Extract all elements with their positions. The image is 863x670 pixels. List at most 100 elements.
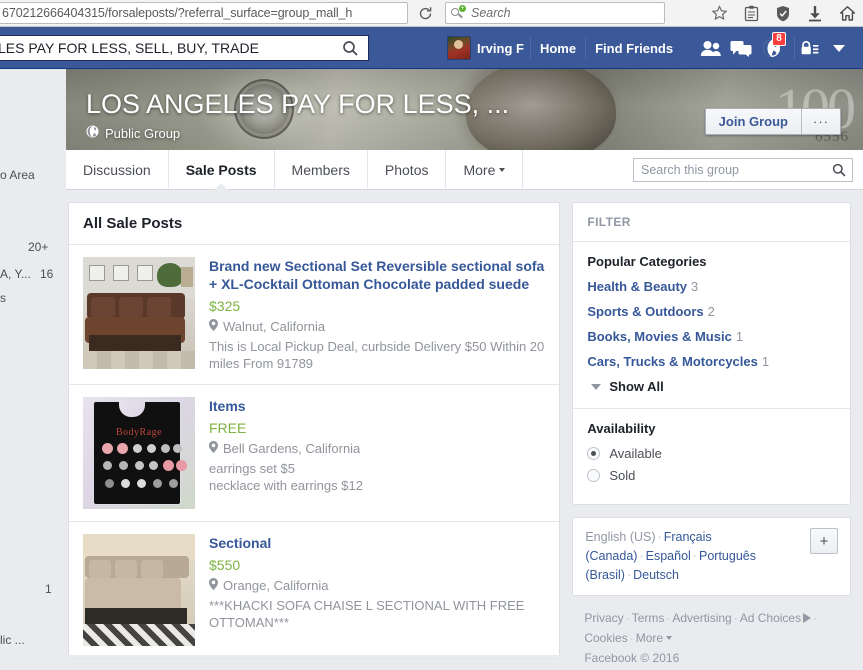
privacy-lock-icon[interactable] bbox=[795, 34, 825, 62]
language-list: English (US) · Français (Canada) · Español · P… bbox=[585, 528, 802, 585]
category-label[interactable]: Sports & Outdoors bbox=[587, 304, 703, 319]
footer-links: Privacy · Terms · Advertising · Ad Choices · Co… bbox=[572, 606, 851, 670]
left-sidebar-fragment[interactable]: o Area bbox=[0, 168, 35, 182]
language-option-espanol[interactable]: Español bbox=[646, 549, 691, 563]
filter-category-health-beauty[interactable]: Health & Beauty 3 bbox=[587, 279, 836, 294]
separator-dot: · bbox=[626, 568, 632, 582]
add-language-button[interactable]: + bbox=[810, 528, 838, 554]
separator-dot: · bbox=[625, 611, 630, 625]
url-bar[interactable]: 670212666404315/forsaleposts/?referral_s… bbox=[0, 2, 408, 24]
home-icon[interactable] bbox=[831, 1, 863, 25]
show-all-categories-button[interactable]: Show All bbox=[587, 379, 836, 394]
group-more-options-button[interactable]: ··· bbox=[802, 109, 840, 134]
reload-icon[interactable] bbox=[411, 1, 439, 25]
left-sidebar-fragment[interactable]: s bbox=[0, 291, 6, 305]
navbar-profile-link[interactable]: Irving F bbox=[441, 36, 530, 60]
tab-discussion[interactable]: Discussion bbox=[66, 150, 169, 189]
group-cover: 100 6556 LOS ANGELES PAY FOR LESS, ... P… bbox=[66, 69, 863, 150]
language-selector: English (US) · Français (Canada) · Español · P… bbox=[572, 517, 851, 596]
post-thumbnail[interactable]: BodyRage bbox=[83, 397, 195, 509]
list-item[interactable]: Brand new Sectional Set Reversible secti… bbox=[69, 245, 560, 385]
popular-categories-title: Popular Categories bbox=[587, 254, 707, 269]
group-tabbar: Discussion Sale Posts Members Photos Mor… bbox=[66, 150, 863, 190]
messages-icon[interactable] bbox=[726, 34, 756, 62]
filter-category-books-movies-music[interactable]: Books, Movies & Music 1 bbox=[587, 329, 836, 344]
tab-members[interactable]: Members bbox=[275, 150, 368, 189]
radio-button[interactable] bbox=[587, 469, 601, 482]
reading-list-icon[interactable] bbox=[735, 1, 767, 25]
thumbnail-brand-text: BodyRage bbox=[115, 427, 163, 438]
language-option-deutsch[interactable]: Deutsch bbox=[633, 568, 679, 582]
footer-link-advertising[interactable]: Advertising bbox=[672, 611, 731, 625]
post-details: Sectional $550 Orange, California ***KHA… bbox=[209, 534, 545, 646]
navbar-icon-group: 8 bbox=[696, 32, 787, 62]
post-location-text: Walnut, California bbox=[223, 319, 326, 334]
list-item[interactable]: Sectional $550 Orange, California ***KHA… bbox=[69, 522, 560, 659]
group-title: LOS ANGELES PAY FOR LESS, ... bbox=[86, 89, 510, 119]
tab-photos[interactable]: Photos bbox=[368, 150, 447, 189]
notification-badge: 8 bbox=[772, 32, 787, 46]
tab-sale-posts[interactable]: Sale Posts bbox=[169, 150, 275, 189]
footer-link-more[interactable]: More bbox=[636, 631, 663, 645]
nav-home-link[interactable]: Home bbox=[531, 41, 585, 56]
tab-more[interactable]: More bbox=[446, 150, 524, 189]
downloads-icon[interactable] bbox=[799, 1, 831, 25]
friend-requests-icon[interactable] bbox=[696, 34, 726, 62]
group-search-input[interactable]: Search this group bbox=[633, 158, 853, 182]
separator-dot: · bbox=[733, 611, 738, 625]
radio-button[interactable] bbox=[587, 447, 601, 460]
post-location-text: Orange, California bbox=[223, 578, 329, 593]
facebook-search-input[interactable]: LES PAY FOR LESS, SELL, BUY, TRADE bbox=[0, 35, 369, 61]
notifications-globe-icon[interactable]: 8 bbox=[756, 32, 787, 62]
post-location: Orange, California bbox=[209, 578, 545, 593]
left-sidebar-fragment[interactable]: lic ... bbox=[0, 633, 25, 647]
nav-find-friends-link[interactable]: Find Friends bbox=[586, 41, 682, 56]
filter-column: FILTER Popular Categories Health & Beaut… bbox=[572, 202, 851, 665]
group-privacy: Public Group bbox=[86, 125, 180, 141]
chevron-down-icon bbox=[591, 383, 602, 390]
footer-link-terms[interactable]: Terms bbox=[632, 611, 665, 625]
bookmark-star-icon[interactable] bbox=[703, 1, 735, 25]
search-icon[interactable] bbox=[826, 159, 852, 181]
tab-label: More bbox=[463, 161, 496, 178]
category-label[interactable]: Cars, Trucks & Motorcycles bbox=[587, 354, 758, 369]
shield-icon[interactable] bbox=[767, 1, 799, 25]
category-count: 2 bbox=[707, 304, 715, 319]
footer-link-privacy[interactable]: Privacy bbox=[584, 611, 623, 625]
tab-label: Members bbox=[291, 161, 350, 178]
footer-link-ad-choices[interactable]: Ad Choices bbox=[740, 611, 801, 625]
filter-category-cars-trucks-motorcycles[interactable]: Cars, Trucks & Motorcycles 1 bbox=[587, 354, 836, 369]
category-label[interactable]: Health & Beauty bbox=[587, 279, 687, 294]
footer-copyright: Facebook © 2016 bbox=[584, 651, 680, 665]
tab-label: Discussion bbox=[83, 161, 151, 178]
post-title-link[interactable]: Items bbox=[209, 397, 545, 415]
post-title-link[interactable]: Brand new Sectional Set Reversible secti… bbox=[209, 257, 545, 293]
join-group-button[interactable]: Join Group bbox=[705, 109, 802, 134]
availability-option-available[interactable]: Available bbox=[587, 446, 836, 461]
browser-search-input[interactable]: + Search bbox=[445, 2, 665, 24]
post-location: Walnut, California bbox=[209, 319, 545, 334]
category-count: 3 bbox=[691, 279, 699, 294]
post-thumbnail[interactable] bbox=[83, 257, 195, 369]
post-thumbnail[interactable] bbox=[83, 534, 195, 646]
facebook-search-button[interactable] bbox=[332, 36, 368, 60]
post-price: $325 bbox=[209, 298, 241, 314]
separator-dot: · bbox=[629, 631, 634, 645]
left-sidebar-fragment[interactable]: A, Y... bbox=[0, 267, 31, 281]
post-title-link[interactable]: Sectional bbox=[209, 534, 545, 552]
left-sidebar-partial: o Area 20+ A, Y... 16 s 1 lic ... bbox=[0, 69, 66, 655]
category-label[interactable]: Books, Movies & Music bbox=[587, 329, 731, 344]
availability-section: Availability Available Sold bbox=[573, 408, 850, 504]
filter-category-sports-outdoors[interactable]: Sports & Outdoors 2 bbox=[587, 304, 836, 319]
ad-choices-icon bbox=[803, 613, 812, 623]
availability-option-sold[interactable]: Sold bbox=[587, 468, 836, 483]
list-item[interactable]: BodyRage Items FREE Bell Gardens, Califo… bbox=[69, 385, 560, 522]
post-details: Brand new Sectional Set Reversible secti… bbox=[209, 257, 545, 372]
post-description: ***KHACKI SOFA CHAISE L SECTIONAL WITH F… bbox=[209, 598, 525, 630]
map-pin-icon bbox=[209, 441, 218, 456]
availability-label: Sold bbox=[609, 468, 636, 483]
availability-title: Availability bbox=[587, 421, 656, 436]
footer-link-cookies[interactable]: Cookies bbox=[584, 631, 627, 645]
chevron-down-icon[interactable] bbox=[833, 44, 846, 52]
post-description: earrings set $5 necklace with earrings $… bbox=[209, 461, 363, 493]
